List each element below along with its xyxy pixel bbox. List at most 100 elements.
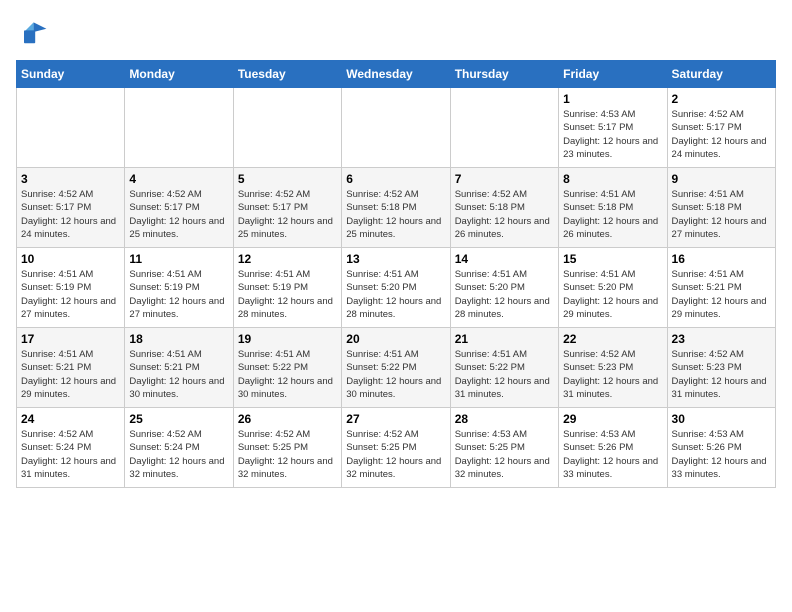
calendar-cell: 11 Sunrise: 4:51 AM Sunset: 5:19 PM Dayli…	[125, 248, 233, 328]
day-info: Sunrise: 4:52 AM Sunset: 5:18 PM Dayligh…	[455, 188, 554, 241]
calendar-cell: 30 Sunrise: 4:53 AM Sunset: 5:26 PM Dayli…	[667, 408, 775, 488]
day-info: Sunrise: 4:53 AM Sunset: 5:25 PM Dayligh…	[455, 428, 554, 481]
day-info: Sunrise: 4:51 AM Sunset: 5:19 PM Dayligh…	[21, 268, 120, 321]
day-number: 12	[238, 252, 337, 266]
day-info: Sunrise: 4:51 AM Sunset: 5:19 PM Dayligh…	[238, 268, 337, 321]
day-info: Sunrise: 4:51 AM Sunset: 5:21 PM Dayligh…	[129, 348, 228, 401]
day-number: 26	[238, 412, 337, 426]
day-info: Sunrise: 4:51 AM Sunset: 5:19 PM Dayligh…	[129, 268, 228, 321]
day-number: 24	[21, 412, 120, 426]
calendar-cell: 19 Sunrise: 4:51 AM Sunset: 5:22 PM Dayli…	[233, 328, 341, 408]
calendar-cell: 24 Sunrise: 4:52 AM Sunset: 5:24 PM Dayli…	[17, 408, 125, 488]
weekday-header: Tuesday	[233, 61, 341, 88]
day-info: Sunrise: 4:52 AM Sunset: 5:17 PM Dayligh…	[238, 188, 337, 241]
day-number: 18	[129, 332, 228, 346]
day-info: Sunrise: 4:51 AM Sunset: 5:21 PM Dayligh…	[21, 348, 120, 401]
day-info: Sunrise: 4:52 AM Sunset: 5:25 PM Dayligh…	[238, 428, 337, 481]
day-info: Sunrise: 4:52 AM Sunset: 5:25 PM Dayligh…	[346, 428, 445, 481]
calendar-cell: 15Sunrise: 4:51 AM Sunset: 5:20 PM Dayli…	[559, 248, 667, 328]
calendar-cell: 22 Sunrise: 4:52 AM Sunset: 5:23 PM Dayli…	[559, 328, 667, 408]
day-number: 28	[455, 412, 554, 426]
calendar-cell: 25 Sunrise: 4:52 AM Sunset: 5:24 PM Dayli…	[125, 408, 233, 488]
day-number: 29	[563, 412, 662, 426]
calendar-header: SundayMondayTuesdayWednesdayThursdayFrid…	[17, 61, 776, 88]
day-number: 11	[129, 252, 228, 266]
weekday-header: Sunday	[17, 61, 125, 88]
day-info: Sunrise: 4:51 AM Sunset: 5:18 PM Dayligh…	[563, 188, 662, 241]
day-number: 5	[238, 172, 337, 186]
day-info: Sunrise: 4:51 AM Sunset: 5:22 PM Dayligh…	[455, 348, 554, 401]
day-info: Sunrise: 4:52 AM Sunset: 5:17 PM Dayligh…	[672, 108, 771, 161]
day-number: 19	[238, 332, 337, 346]
weekday-header: Thursday	[450, 61, 558, 88]
calendar-cell: 26 Sunrise: 4:52 AM Sunset: 5:25 PM Dayli…	[233, 408, 341, 488]
day-info: Sunrise: 4:51 AM Sunset: 5:20 PM Dayligh…	[563, 268, 662, 321]
calendar-week-row: 17 Sunrise: 4:51 AM Sunset: 5:21 PM Dayli…	[17, 328, 776, 408]
day-info: Sunrise: 4:53 AM Sunset: 5:17 PM Dayligh…	[563, 108, 662, 161]
calendar-cell: 20Sunrise: 4:51 AM Sunset: 5:22 PM Dayli…	[342, 328, 450, 408]
calendar-cell: 4 Sunrise: 4:52 AM Sunset: 5:17 PM Daylig…	[125, 168, 233, 248]
day-info: Sunrise: 4:51 AM Sunset: 5:18 PM Dayligh…	[672, 188, 771, 241]
day-info: Sunrise: 4:53 AM Sunset: 5:26 PM Dayligh…	[672, 428, 771, 481]
day-info: Sunrise: 4:52 AM Sunset: 5:17 PM Dayligh…	[21, 188, 120, 241]
calendar-cell	[450, 88, 558, 168]
day-number: 7	[455, 172, 554, 186]
calendar-cell: 7 Sunrise: 4:52 AM Sunset: 5:18 PM Daylig…	[450, 168, 558, 248]
calendar-cell: 5 Sunrise: 4:52 AM Sunset: 5:17 PM Daylig…	[233, 168, 341, 248]
day-number: 22	[563, 332, 662, 346]
calendar-cell: 16 Sunrise: 4:51 AM Sunset: 5:21 PM Dayli…	[667, 248, 775, 328]
day-number: 16	[672, 252, 771, 266]
calendar-table: SundayMondayTuesdayWednesdayThursdayFrid…	[16, 60, 776, 488]
day-info: Sunrise: 4:52 AM Sunset: 5:23 PM Dayligh…	[563, 348, 662, 401]
day-info: Sunrise: 4:51 AM Sunset: 5:22 PM Dayligh…	[238, 348, 337, 401]
day-number: 4	[129, 172, 228, 186]
day-number: 2	[672, 92, 771, 106]
day-number: 25	[129, 412, 228, 426]
day-number: 9	[672, 172, 771, 186]
day-info: Sunrise: 4:51 AM Sunset: 5:20 PM Dayligh…	[346, 268, 445, 321]
day-info: Sunrise: 4:52 AM Sunset: 5:23 PM Dayligh…	[672, 348, 771, 401]
day-number: 27	[346, 412, 445, 426]
day-number: 30	[672, 412, 771, 426]
day-number: 14	[455, 252, 554, 266]
calendar-cell	[233, 88, 341, 168]
day-number: 1	[563, 92, 662, 106]
day-number: 21	[455, 332, 554, 346]
day-info: Sunrise: 4:52 AM Sunset: 5:24 PM Dayligh…	[21, 428, 120, 481]
calendar-cell: 2 Sunrise: 4:52 AM Sunset: 5:17 PM Daylig…	[667, 88, 775, 168]
calendar-cell: 18 Sunrise: 4:51 AM Sunset: 5:21 PM Dayli…	[125, 328, 233, 408]
page-header	[16, 16, 776, 48]
weekday-header: Friday	[559, 61, 667, 88]
calendar-cell: 27 Sunrise: 4:52 AM Sunset: 5:25 PM Dayli…	[342, 408, 450, 488]
calendar-cell: 29Sunrise: 4:53 AM Sunset: 5:26 PM Dayli…	[559, 408, 667, 488]
day-info: Sunrise: 4:52 AM Sunset: 5:18 PM Dayligh…	[346, 188, 445, 241]
weekday-header: Monday	[125, 61, 233, 88]
day-number: 23	[672, 332, 771, 346]
day-number: 8	[563, 172, 662, 186]
calendar-cell: 14Sunrise: 4:51 AM Sunset: 5:20 PM Dayli…	[450, 248, 558, 328]
calendar-week-row: 1 Sunrise: 4:53 AM Sunset: 5:17 PM Daylig…	[17, 88, 776, 168]
day-info: Sunrise: 4:52 AM Sunset: 5:24 PM Dayligh…	[129, 428, 228, 481]
day-number: 6	[346, 172, 445, 186]
calendar-week-row: 10Sunrise: 4:51 AM Sunset: 5:19 PM Dayli…	[17, 248, 776, 328]
calendar-cell: 6 Sunrise: 4:52 AM Sunset: 5:18 PM Daylig…	[342, 168, 450, 248]
calendar-cell: 12 Sunrise: 4:51 AM Sunset: 5:19 PM Dayli…	[233, 248, 341, 328]
calendar-week-row: 24 Sunrise: 4:52 AM Sunset: 5:24 PM Dayli…	[17, 408, 776, 488]
calendar-cell: 10Sunrise: 4:51 AM Sunset: 5:19 PM Dayli…	[17, 248, 125, 328]
weekday-header: Saturday	[667, 61, 775, 88]
logo-icon	[16, 16, 48, 48]
calendar-cell: 23 Sunrise: 4:52 AM Sunset: 5:23 PM Dayli…	[667, 328, 775, 408]
day-info: Sunrise: 4:52 AM Sunset: 5:17 PM Dayligh…	[129, 188, 228, 241]
day-number: 17	[21, 332, 120, 346]
calendar-cell: 21 Sunrise: 4:51 AM Sunset: 5:22 PM Dayli…	[450, 328, 558, 408]
calendar-cell	[342, 88, 450, 168]
calendar-cell: 28 Sunrise: 4:53 AM Sunset: 5:25 PM Dayli…	[450, 408, 558, 488]
calendar-cell: 13 Sunrise: 4:51 AM Sunset: 5:20 PM Dayli…	[342, 248, 450, 328]
calendar-cell: 3Sunrise: 4:52 AM Sunset: 5:17 PM Daylig…	[17, 168, 125, 248]
calendar-cell	[125, 88, 233, 168]
day-number: 13	[346, 252, 445, 266]
day-number: 20	[346, 332, 445, 346]
calendar-cell: 1 Sunrise: 4:53 AM Sunset: 5:17 PM Daylig…	[559, 88, 667, 168]
calendar-cell: 8 Sunrise: 4:51 AM Sunset: 5:18 PM Daylig…	[559, 168, 667, 248]
day-info: Sunrise: 4:51 AM Sunset: 5:21 PM Dayligh…	[672, 268, 771, 321]
